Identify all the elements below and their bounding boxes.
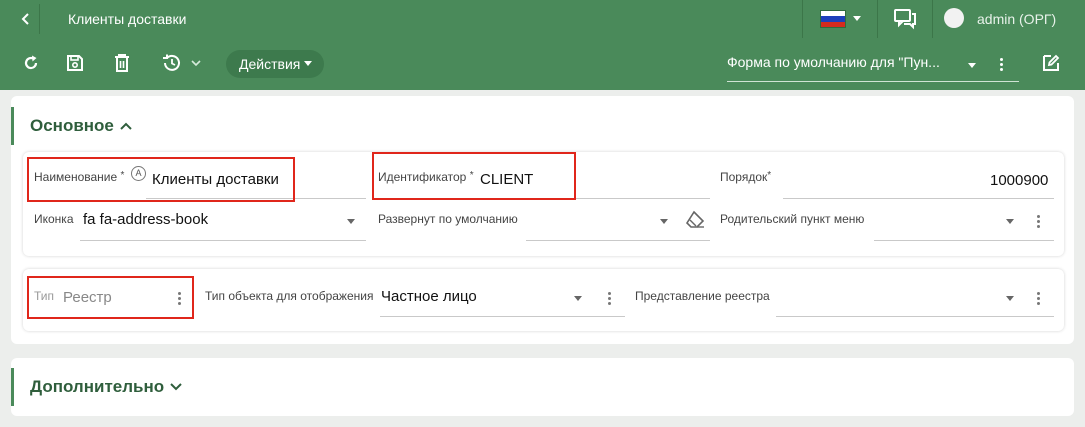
icon-label: Иконка [34, 212, 74, 226]
page-title: Клиенты доставки [68, 11, 187, 27]
section-title-extra[interactable]: Дополнительно [30, 377, 164, 397]
chevron-left-icon [21, 13, 29, 25]
save-icon[interactable] [64, 52, 86, 74]
expanded-label: Развернут по умолчанию [378, 212, 518, 226]
actions-label: Действия [239, 56, 301, 72]
highlight-box [372, 152, 576, 200]
more-vert-icon[interactable] [1037, 215, 1040, 230]
caret-down-icon[interactable] [574, 296, 582, 301]
divider [802, 0, 803, 38]
chevron-down-icon[interactable] [191, 60, 201, 67]
refresh-icon[interactable] [20, 52, 42, 74]
top-bar: Клиенты доставки admin (ОРГ) [0, 0, 1085, 38]
caret-down-icon [304, 60, 313, 66]
more-vert-icon[interactable] [608, 292, 611, 307]
order-underline [783, 198, 1054, 199]
caret-down-icon[interactable] [1006, 296, 1014, 301]
caret-down-icon [968, 63, 976, 68]
language-flag-icon[interactable] [820, 10, 846, 28]
registry-view-underline [776, 316, 1054, 317]
object-type-label: Тип объекта для отображения [205, 289, 374, 303]
chevron-down-icon[interactable] [170, 382, 182, 391]
back-button[interactable] [12, 4, 40, 34]
highlight-box [27, 157, 295, 202]
caret-down-icon[interactable] [660, 219, 668, 224]
history-icon[interactable] [160, 52, 182, 74]
toolbar: Действия Форма по умолчанию для "Пун... [0, 38, 1085, 90]
icon-underline [80, 240, 366, 241]
object-type-underline [380, 316, 625, 317]
parent-label: Родительский пункт меню [720, 212, 865, 226]
chat-icon[interactable] [893, 8, 917, 30]
actions-button[interactable]: Действия [226, 50, 324, 78]
icon-select[interactable]: fa fa-address-book [83, 211, 208, 228]
divider [932, 0, 933, 38]
section-marker [11, 368, 14, 406]
registry-view-label: Представление реестра [635, 289, 770, 303]
section-marker [11, 107, 14, 145]
more-vert-icon[interactable] [1037, 292, 1040, 307]
order-label: Порядок* [720, 170, 772, 184]
caret-down-icon[interactable] [1006, 219, 1014, 224]
more-vert-icon[interactable] [1000, 58, 1003, 73]
form-select-value: Форма по умолчанию для "Пун... [727, 54, 940, 70]
parent-underline [874, 240, 1054, 241]
caret-down-icon[interactable] [347, 219, 355, 224]
section-title-main[interactable]: Основное [30, 116, 114, 136]
chevron-up-icon[interactable] [120, 122, 132, 131]
avatar[interactable] [944, 8, 964, 28]
form-select[interactable]: Форма по умолчанию для "Пун... [727, 48, 1019, 82]
order-input[interactable]: 1000900 [990, 172, 1048, 189]
edit-form-icon[interactable] [1040, 52, 1062, 74]
user-name[interactable]: admin (ОРГ) [977, 11, 1056, 27]
delete-icon[interactable] [111, 52, 133, 74]
language-caret-icon[interactable] [853, 16, 861, 21]
eraser-icon[interactable] [685, 210, 705, 228]
divider [877, 0, 878, 38]
expanded-underline [526, 240, 710, 241]
object-type-select[interactable]: Частное лицо [381, 288, 477, 305]
highlight-box [27, 276, 194, 319]
